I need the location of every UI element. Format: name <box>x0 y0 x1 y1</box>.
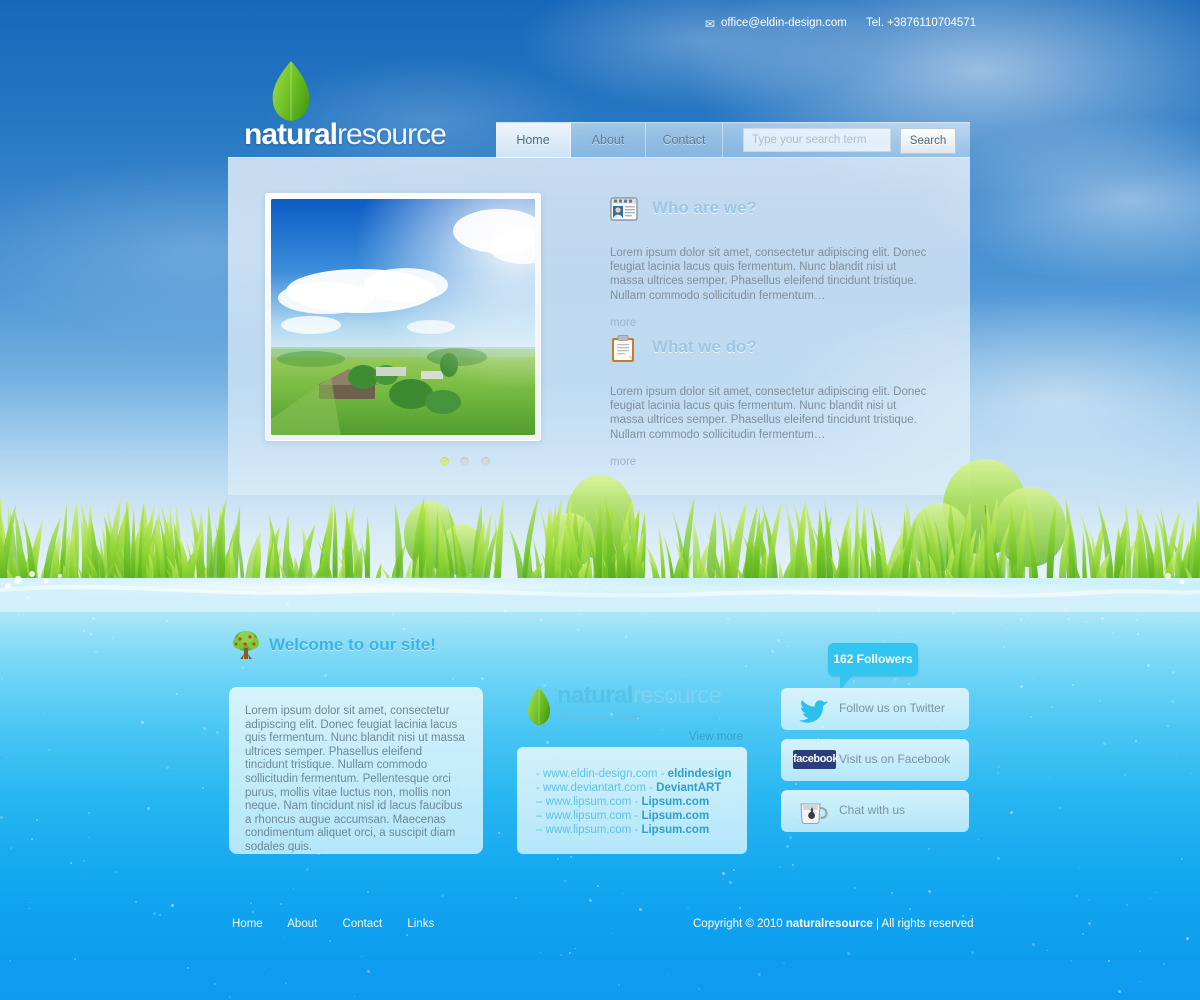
facebook-button[interactable]: facebook Visit us on Facebook <box>781 739 969 781</box>
footer-link-about[interactable]: About <box>287 918 317 930</box>
logo-name-light: resource <box>337 118 447 151</box>
copyright-suffix: | All rights reserved <box>872 918 974 930</box>
footer-link-contact[interactable]: Contact <box>343 918 383 930</box>
content-panel: Who are we? Lorem ipsum dolor sit amet, … <box>228 157 970 495</box>
main-navigation: Home About Contact Search <box>496 122 970 158</box>
search-input[interactable] <box>743 128 891 152</box>
link-name: DeviantART <box>656 782 722 794</box>
nav-item-contact[interactable]: Contact <box>646 123 723 158</box>
copyright-text: Copyright © 2010 naturalresource | All r… <box>693 918 974 930</box>
view-more-link[interactable]: View more <box>689 731 743 743</box>
contact-phone: Tel. +3876110704571 <box>866 17 977 29</box>
section-body: Lorem ipsum dolor sit amet, consectetur … <box>610 247 927 302</box>
link-url: - www.eldin-design.com - <box>536 768 665 780</box>
footer-navigation: Home About Contact Links <box>232 918 456 930</box>
sponsored-subtitle: Sponsored links <box>559 712 641 724</box>
list-item[interactable]: - www.eldin-design.com - eldindesign <box>536 767 747 781</box>
twitter-button[interactable]: Follow us on Twitter <box>781 688 969 730</box>
tree-icon <box>232 630 262 662</box>
section-who-are-we: Who are we? Lorem ipsum dolor sit amet, … <box>610 197 940 331</box>
leaf-icon <box>525 686 553 731</box>
contact-email[interactable]: office@eldin-design.com <box>721 17 847 29</box>
list-item[interactable]: – www.lipsum.com - Lipsum.com <box>536 823 747 837</box>
nav-item-home[interactable]: Home <box>496 123 571 158</box>
welcome-body: Lorem ipsum dolor sit amet, consectetur … <box>245 705 465 853</box>
more-link[interactable]: more <box>610 317 636 329</box>
copyright-prefix: Copyright © 2010 <box>693 918 786 930</box>
search-button[interactable]: Search <box>900 128 956 154</box>
twitter-bird-icon <box>795 697 829 728</box>
section-title: What we do? <box>652 337 757 356</box>
twitter-button-label: Follow us on Twitter <box>839 701 945 715</box>
envelope-icon: ✉ <box>705 17 716 31</box>
welcome-text-card: Lorem ipsum dolor sit amet, consectetur … <box>229 687 483 854</box>
link-name: Lipsum.com <box>641 796 710 808</box>
welcome-heading-row: Welcome to our site! <box>232 630 632 664</box>
logo-wordmark: naturalresource <box>244 118 447 152</box>
slideshow-photo <box>271 199 535 435</box>
followers-badge: 162 Followers <box>828 643 918 690</box>
logo-name-bold: natural <box>244 118 338 151</box>
list-item[interactable]: – www.lipsum.com - Lipsum.com <box>536 795 747 809</box>
sponsored-brand-light: resource <box>632 682 722 709</box>
section-title: Who are we? <box>652 198 757 217</box>
clipboard-icon <box>610 335 640 365</box>
link-url: – www.lipsum.com - <box>536 810 639 822</box>
facebook-icon: facebook <box>793 750 838 769</box>
nav-item-about[interactable]: About <box>571 123 646 158</box>
site-logo[interactable]: naturalresource <box>244 60 474 155</box>
window-person-icon <box>610 196 640 226</box>
link-url: – www.lipsum.com - <box>536 824 639 836</box>
list-item[interactable]: - www.deviantart.com - DeviantART <box>536 781 747 795</box>
list-item[interactable]: – www.lipsum.com - Lipsum.com <box>536 809 747 823</box>
section-what-we-do: What we do? Lorem ipsum dolor sit amet, … <box>610 335 940 470</box>
leaf-icon <box>268 60 314 127</box>
link-url: – www.lipsum.com - <box>536 796 639 808</box>
section-header: Who are we? <box>610 197 940 230</box>
link-url: - www.deviantart.com - <box>536 782 653 794</box>
slideshow-frame[interactable] <box>265 193 541 441</box>
copyright-brand: naturalresource <box>785 918 873 930</box>
link-name: Lipsum.com <box>641 810 710 822</box>
top-contact-bar: ✉ office@eldin-design.com Tel. +38761107… <box>0 14 1200 36</box>
footer-link-home[interactable]: Home <box>232 918 263 930</box>
facebook-button-label: Visit us on Facebook <box>839 752 951 766</box>
footer-link-links[interactable]: Links <box>407 918 434 930</box>
welcome-title: Welcome to our site! <box>269 635 436 654</box>
section-body: Lorem ipsum dolor sit amet, consectetur … <box>610 386 927 441</box>
chat-button[interactable]: Chat with us <box>781 790 969 832</box>
sponsored-brand: naturalresource <box>557 682 722 710</box>
sponsored-brand-bold: natural <box>557 682 633 709</box>
chat-button-label: Chat with us <box>839 803 906 817</box>
link-name: Lipsum.com <box>641 824 710 836</box>
coffee-cup-icon <box>798 798 828 830</box>
section-header: What we do? <box>610 335 940 369</box>
search-field-wrap <box>743 128 891 152</box>
link-name: eldindesign <box>667 768 732 780</box>
sponsored-links-card: - www.eldin-design.com - eldindesign - w… <box>517 747 747 854</box>
